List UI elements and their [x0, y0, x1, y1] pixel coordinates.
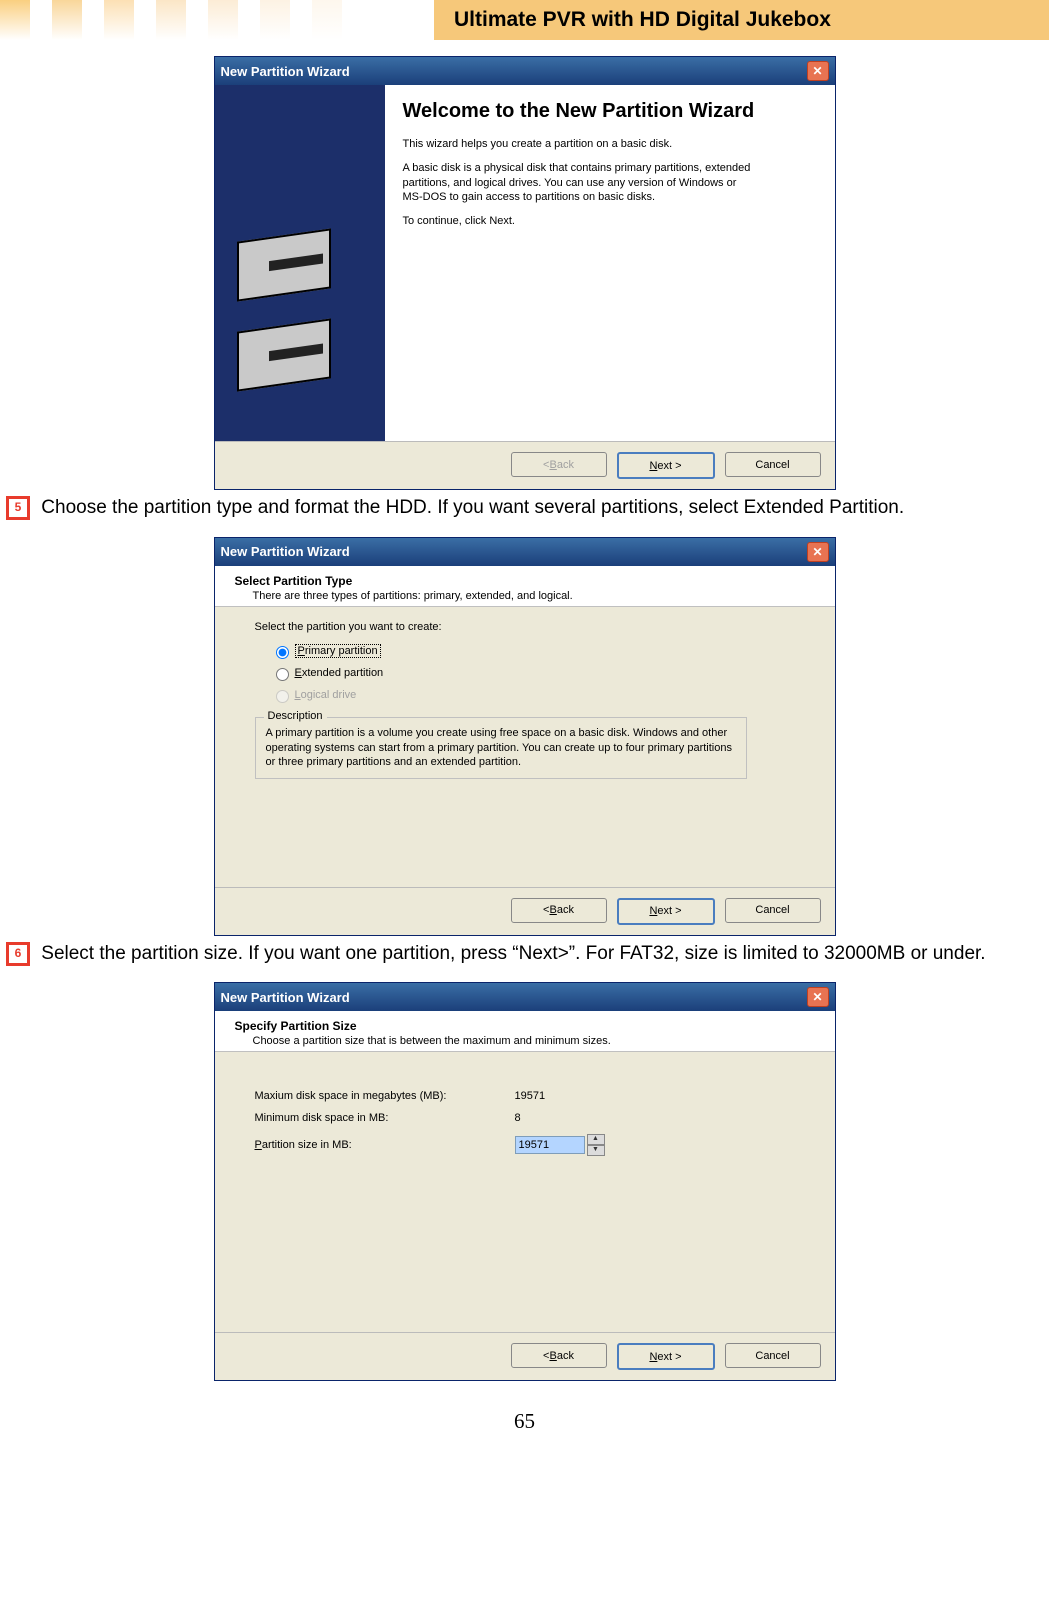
wizard-welcome-content: Welcome to the New Partition Wizard This… — [385, 85, 835, 441]
header-title: Ultimate PVR with HD Digital Jukebox — [454, 8, 831, 32]
header-stripes — [0, 0, 364, 40]
description-legend: Description — [264, 710, 327, 722]
close-icon[interactable]: ✕ — [807, 987, 829, 1007]
wizard-dialog-partition-type: New Partition Wizard ✕ Select Partition … — [214, 537, 836, 936]
dialog-subheader: Select Partition Type There are three ty… — [215, 566, 835, 607]
close-icon[interactable]: ✕ — [807, 61, 829, 81]
max-space-label: Maxium disk space in megabytes (MB): — [255, 1090, 515, 1102]
dialog-titlebar: New Partition Wizard ✕ — [215, 983, 835, 1011]
dialog-title: New Partition Wizard — [221, 64, 807, 79]
cancel-button[interactable]: Cancel — [725, 1343, 821, 1368]
next-button[interactable]: Next > — [617, 1343, 715, 1370]
dialog-titlebar: New Partition Wizard ✕ — [215, 57, 835, 85]
radio-primary-input[interactable] — [276, 646, 289, 659]
dialog-titlebar: New Partition Wizard ✕ — [215, 538, 835, 566]
row-min-space: Minimum disk space in MB: 8 — [255, 1112, 817, 1124]
radio-extended-partition[interactable]: Extended partition — [271, 665, 817, 681]
cancel-button[interactable]: Cancel — [725, 898, 821, 923]
row-max-space: Maxium disk space in megabytes (MB): 195… — [255, 1090, 817, 1102]
partition-type-prompt: Select the partition you want to create: — [255, 621, 817, 633]
wizard-intro-3: To continue, click Next. — [403, 214, 753, 228]
description-box: Description A primary partition is a vol… — [255, 717, 747, 780]
dialog-button-bar: < Back Next > Cancel — [215, 441, 835, 489]
spin-down-icon[interactable]: ▼ — [587, 1145, 605, 1156]
next-button[interactable]: Next > — [617, 452, 715, 479]
page-header: Ultimate PVR with HD Digital Jukebox — [0, 0, 1049, 40]
subheader-desc: Choose a partition size that is between … — [253, 1035, 823, 1047]
dialog-subheader: Specify Partition Size Choose a partitio… — [215, 1011, 835, 1052]
description-text: A primary partition is a volume you crea… — [266, 726, 736, 771]
subheader-desc: There are three types of partitions: pri… — [253, 590, 823, 602]
wizard-intro-1: This wizard helps you create a partition… — [403, 137, 753, 151]
dialog-title: New Partition Wizard — [221, 544, 807, 559]
dialog-title: New Partition Wizard — [221, 990, 807, 1005]
partition-size-label: Partition size in MB: — [255, 1139, 515, 1151]
next-button[interactable]: Next > — [617, 898, 715, 925]
back-button[interactable]: < Back — [511, 898, 607, 923]
min-space-label: Minimum disk space in MB: — [255, 1112, 515, 1124]
back-button[interactable]: < Back — [511, 1343, 607, 1368]
step-5-text: 5 Choose the partition type and format t… — [6, 496, 1043, 521]
dialog-button-bar: < Back Next > Cancel — [215, 887, 835, 935]
step-bullet-5: 5 — [8, 498, 28, 518]
radio-logical-drive: Logical drive — [271, 687, 817, 703]
wizard-intro-2: A basic disk is a physical disk that con… — [403, 161, 753, 204]
wizard-side-graphic — [215, 85, 385, 441]
min-space-value: 8 — [515, 1112, 615, 1124]
step-bullet-6: 6 — [8, 944, 28, 964]
row-partition-size: Partition size in MB: ▲ ▼ — [255, 1134, 817, 1156]
close-icon[interactable]: ✕ — [807, 542, 829, 562]
subheader-title: Select Partition Type — [235, 574, 823, 588]
step-6-text: 6 Select the partition size. If you want… — [6, 942, 1043, 967]
max-space-value: 19571 — [515, 1090, 615, 1102]
radio-logical-input — [276, 690, 289, 703]
page-number: 65 — [0, 1409, 1049, 1446]
back-button: < Back — [511, 452, 607, 477]
radio-primary-partition[interactable]: Primary partition — [271, 643, 817, 659]
partition-size-input[interactable] — [515, 1136, 585, 1154]
subheader-title: Specify Partition Size — [235, 1019, 823, 1033]
step-5-body: Choose the partition type and format the… — [41, 497, 904, 518]
wizard-dialog-partition-size: New Partition Wizard ✕ Specify Partition… — [214, 982, 836, 1381]
cancel-button[interactable]: Cancel — [725, 452, 821, 477]
wizard-heading: Welcome to the New Partition Wizard — [403, 99, 817, 123]
wizard-dialog-welcome: New Partition Wizard ✕ Welcome to the Ne… — [214, 56, 836, 490]
step-6-body: Select the partition size. If you want o… — [41, 943, 985, 964]
header-title-bar: Ultimate PVR with HD Digital Jukebox — [434, 0, 1049, 40]
spin-up-icon[interactable]: ▲ — [587, 1134, 605, 1145]
radio-extended-input[interactable] — [276, 668, 289, 681]
dialog-button-bar: < Back Next > Cancel — [215, 1332, 835, 1380]
